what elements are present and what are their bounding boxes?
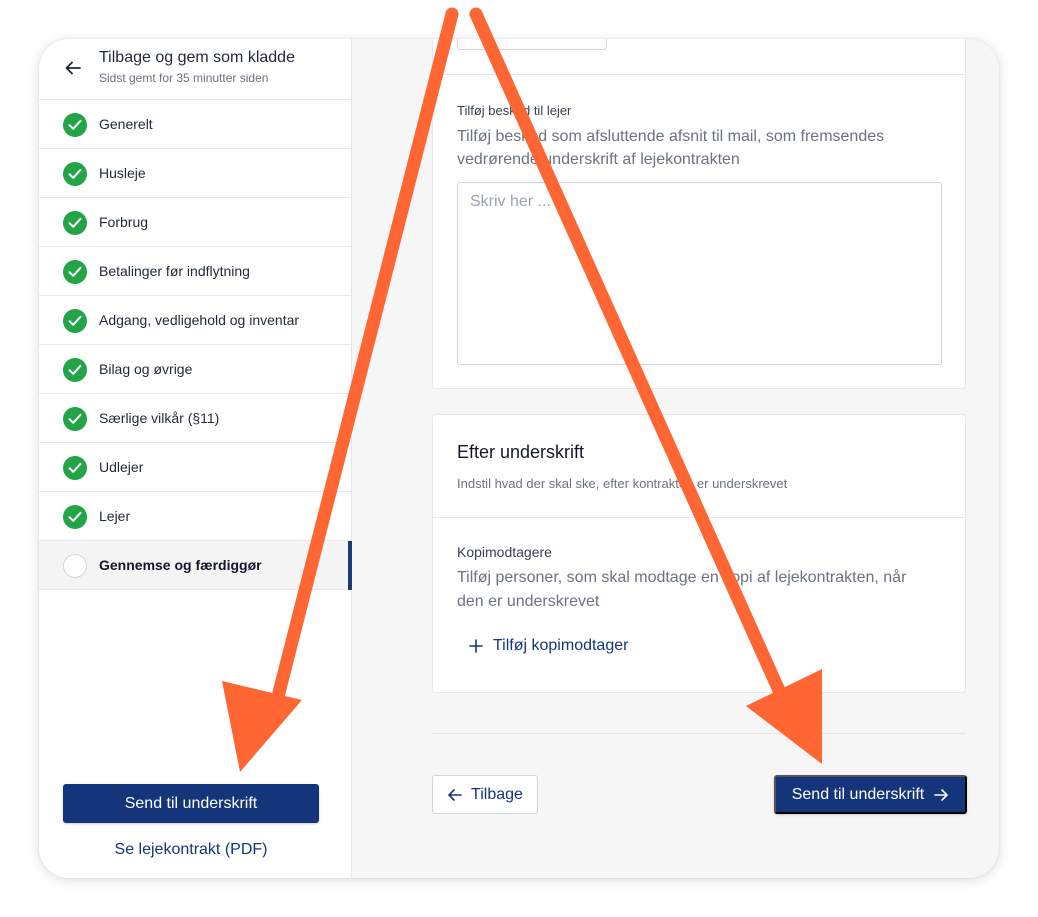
back-title: Tilbage og gem som kladde: [99, 49, 295, 66]
sidebar-step-4[interactable]: Betalinger før indflytning: [39, 247, 351, 296]
sidebar-step-5[interactable]: Adgang, vedligehold og inventar: [39, 296, 351, 345]
message-card: Tilføj besked til lejer Tilføj besked so…: [432, 39, 966, 389]
back-to-draft[interactable]: Tilbage og gem som kladde Sidst gemt for…: [39, 39, 351, 100]
check-circle-icon: [63, 211, 87, 235]
sidebar-step-7[interactable]: Særlige vilkår (§11): [39, 394, 351, 443]
check-circle-icon: [63, 358, 87, 382]
step-label: Adgang, vedligehold og inventar: [99, 312, 300, 328]
step-label: Forbrug: [99, 214, 149, 230]
main-content: Tilføj besked til lejer Tilføj besked so…: [352, 39, 999, 878]
after-signing-title: Efter underskrift: [457, 442, 585, 462]
sidebar-step-3[interactable]: Forbrug: [39, 198, 351, 247]
copy-recipients-label: Kopimodtagere: [457, 544, 552, 560]
divider: [432, 733, 966, 734]
empty-circle-icon: [63, 554, 87, 578]
sidebar-step-1[interactable]: Generelt: [39, 100, 351, 149]
check-circle-icon: [63, 113, 87, 137]
step-label: Lejer: [99, 508, 131, 524]
sidebar-step-10[interactable]: Gennemse og færdiggør: [39, 541, 352, 590]
after-signing-subtitle: Indstil hvad der skal ske, efter kontrak…: [457, 476, 788, 491]
send-button-label: Send til underskrift: [791, 785, 925, 803]
sidebar-step-6[interactable]: Bilag og øvrige: [39, 345, 351, 394]
check-circle-icon: [63, 162, 87, 186]
message-help: Tilføj besked som afsluttende afsnit til…: [457, 128, 885, 168]
check-circle-icon: [63, 309, 87, 333]
copy-recipients-help: Tilføj personer, som skal modtage en kop…: [457, 569, 907, 610]
step-label: Husleje: [99, 165, 146, 181]
saved-status: Sidst gemt for 35 minutter siden: [99, 71, 269, 85]
check-circle-icon: [63, 505, 87, 529]
divider: [433, 517, 965, 518]
arrow-left-icon: [448, 788, 462, 801]
step-label: Generelt: [99, 116, 153, 132]
back-button[interactable]: Tilbage: [432, 775, 538, 814]
sidebar-step-9[interactable]: Lejer: [39, 492, 351, 541]
step-label: Gennemse og færdiggør: [99, 557, 262, 573]
step-label: Betalinger før indflytning: [99, 263, 250, 279]
arrow-left-icon: [65, 61, 81, 75]
check-circle-icon: [63, 260, 87, 284]
message-textarea[interactable]: [457, 182, 942, 365]
app-window: Tilbage og gem som kladde Sidst gemt for…: [39, 39, 999, 878]
view-pdf-link[interactable]: Se lejekontrakt (PDF): [63, 841, 319, 859]
message-label: Tilføj besked til lejer: [457, 103, 572, 118]
arrow-right-icon: [934, 788, 949, 801]
send-for-signature-button[interactable]: Send til underskrift: [774, 775, 967, 814]
sidebar-step-8[interactable]: Udlejer: [39, 443, 351, 492]
divider: [433, 74, 965, 75]
step-label: Særlige vilkår (§11): [99, 410, 220, 426]
wizard-sidebar: Tilbage og gem som kladde Sidst gemt for…: [39, 39, 352, 878]
back-button-label: Tilbage: [471, 785, 523, 803]
add-copy-recipient-button[interactable]: Tilføj kopimodtager: [469, 637, 628, 655]
check-circle-icon: [63, 456, 87, 480]
sidebar-send-button[interactable]: Send til underskrift: [63, 784, 319, 823]
check-circle-icon: [63, 407, 87, 431]
sidebar-step-2[interactable]: Husleje: [39, 149, 351, 198]
add-copy-label: Tilføj kopimodtager: [493, 637, 629, 654]
after-signing-card: Efter underskrift Indstil hvad der skal …: [432, 414, 966, 693]
plus-icon: [469, 639, 483, 653]
step-label: Bilag og øvrige: [99, 361, 193, 377]
step-label: Udlejer: [99, 459, 144, 475]
previous-control[interactable]: [457, 39, 607, 50]
